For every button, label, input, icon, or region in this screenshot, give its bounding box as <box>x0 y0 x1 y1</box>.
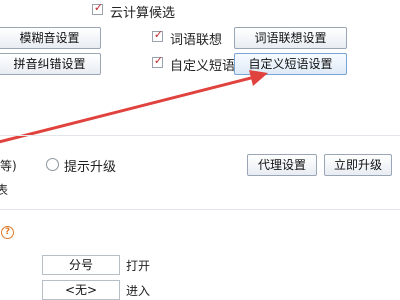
hotkey-field-enter[interactable]: <无> <box>42 280 120 300</box>
prompt-upgrade-label: 提示升级 <box>64 160 117 175</box>
section-divider-2 <box>0 209 400 210</box>
upgrade-now-button[interactable]: 立即升级 <box>324 154 392 176</box>
help-icon[interactable]: ? <box>1 226 14 239</box>
hotkey-field-open[interactable]: 分号 <box>42 255 120 275</box>
truncated-label: 表 <box>0 183 9 197</box>
prompt-upgrade-radio[interactable] <box>46 158 59 171</box>
proxy-settings-button[interactable]: 代理设置 <box>247 154 317 176</box>
update-option-partial-label: 等) <box>0 159 17 173</box>
hotkey-action-enter: 进入 <box>126 284 151 298</box>
hotkey-action-open: 打开 <box>126 259 151 273</box>
section-divider <box>0 135 400 136</box>
